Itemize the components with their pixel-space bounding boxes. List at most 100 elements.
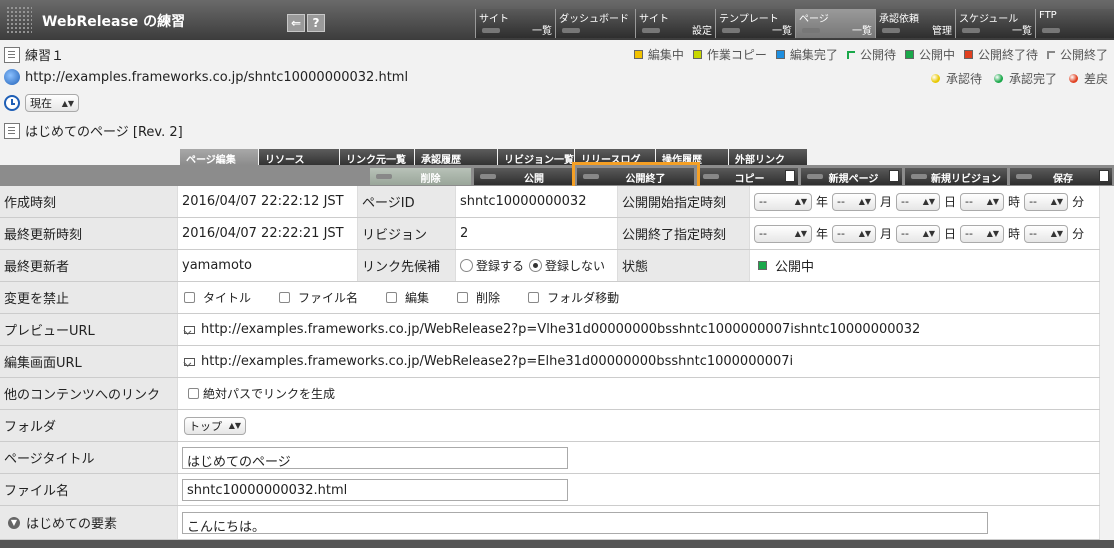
datetime-select-value: -- <box>1029 227 1038 240</box>
datetime-select[interactable]: -- ▲▼ <box>832 192 877 211</box>
delete-button[interactable]: 削除 <box>370 168 471 185</box>
nav-item-title: サイト <box>639 14 669 25</box>
tab-bar: ページ編集 リソース リンク元一覧 承認履歴 リビジョン一覧 リリースログ 操作履歴 外部リン… <box>180 149 808 166</box>
pageid-label: ページID <box>358 186 456 217</box>
page-url[interactable]: http://examples.frameworks.co.jp/shntc10… <box>25 70 408 85</box>
datetime-select[interactable]: -- ▲▼ <box>754 192 812 211</box>
chevron-down-icon: ▲▼ <box>228 421 241 430</box>
clock-icon <box>4 95 20 111</box>
filename-cell: shntc10000000032.html <box>178 474 1100 505</box>
legend-approval-1: 承認完了 <box>993 70 1057 87</box>
element-input[interactable]: こんにちは。 <box>182 511 988 535</box>
datetime-select[interactable]: -- ▲▼ <box>1024 224 1069 243</box>
radio-register-label: 登録する <box>476 259 525 273</box>
legend-status-6: 公開終了 <box>1046 46 1108 63</box>
top-bar: WebRelease の練習 ⇐ ? サイト 一覧 ダッシュボード サイト 設定 テンプレ… <box>0 0 1114 40</box>
legend-label: 公開終了 <box>1059 48 1108 62</box>
published-status-icon <box>758 261 767 270</box>
datetime-select[interactable]: -- ▲▼ <box>960 224 1005 243</box>
folder-cell: トップ ▲▼ <box>178 410 1100 441</box>
datetime-select-value: -- <box>759 227 767 240</box>
created-row: 作成時刻 2016/04/07 22:22:12 JST ページID shntc… <box>0 186 1100 218</box>
led-icon <box>722 28 740 33</box>
tab-7[interactable]: 外部リンク <box>729 149 807 166</box>
page-edit-icon <box>4 122 20 139</box>
tab-3[interactable]: 承認履歴 <box>415 149 497 166</box>
filename-input[interactable]: shntc10000000032.html <box>182 478 568 501</box>
led-icon <box>562 28 580 33</box>
legend-status-0: 編集中 <box>633 46 684 63</box>
legend-label: 作業コピー <box>706 48 767 62</box>
absolute-path-checkbox[interactable] <box>188 388 199 399</box>
help-button[interactable]: ? <box>307 14 325 32</box>
tab-2[interactable]: リンク元一覧 <box>340 149 414 166</box>
datetime-select[interactable]: -- ▲▼ <box>754 224 812 243</box>
lock-checkbox-0[interactable] <box>184 292 195 303</box>
datetime-unit: 年 <box>816 227 829 241</box>
save-label: 保存 <box>1053 174 1073 185</box>
radio-register[interactable] <box>460 259 473 272</box>
chevron-down-icon: ▲▼ <box>858 229 872 238</box>
lock-checkbox-1[interactable] <box>279 292 291 303</box>
revision-label: リビジョン <box>358 218 456 249</box>
nav-item-title: スケジュール <box>959 14 1019 25</box>
lock-options: タイトル ファイル名 編集 削除 フォルダ移動 <box>178 282 1100 313</box>
save-button[interactable]: 保存 <box>1010 168 1112 185</box>
legend-status-1: 作業コピー <box>692 46 767 63</box>
led-icon <box>482 28 500 33</box>
datetime-select[interactable]: -- ▲▼ <box>1024 192 1069 211</box>
status-square-icon <box>963 50 973 59</box>
updater-label: 最終更新者 <box>0 250 178 281</box>
nav-item-1[interactable]: ダッシュボード <box>555 9 635 38</box>
new-page-button[interactable]: 新規ページ <box>801 168 902 185</box>
time-select[interactable]: 現在 ▲▼ <box>25 94 79 112</box>
tab-0[interactable]: ページ編集 <box>180 149 258 166</box>
lock-checkbox-2[interactable] <box>386 292 398 303</box>
copy-button[interactable]: コピー <box>697 168 798 185</box>
status-square-icon <box>775 50 785 59</box>
publish-button[interactable]: 公開 <box>474 168 574 185</box>
nav-item-title: サイト <box>479 14 509 25</box>
nav-item-sub: 一覧 <box>852 26 872 37</box>
pageid-value: shntc10000000032 <box>456 186 618 217</box>
tab-1[interactable]: リソース <box>259 149 339 166</box>
radio-no-register[interactable] <box>529 259 543 272</box>
lock-option-label: 削除 <box>476 291 501 305</box>
legend-label: 編集完了 <box>789 48 838 62</box>
nav-item-7[interactable]: FTP <box>1035 9 1114 38</box>
created-label: 作成時刻 <box>0 186 178 217</box>
preview-url[interactable]: http://examples.frameworks.co.jp/WebRele… <box>201 322 920 337</box>
back-icon[interactable]: ⇐ <box>287 14 305 32</box>
approval-dot-icon <box>930 74 940 83</box>
nav-item-4[interactable]: ページ 一覧 <box>795 9 875 38</box>
state-label: 状態 <box>618 250 750 281</box>
datetime-select-value: -- <box>1029 195 1038 208</box>
nav-item-5[interactable]: 承認依頼 管理 <box>875 9 955 38</box>
preview-row: プレビューURL http://examples.frameworks.co.j… <box>0 314 1100 346</box>
nav-item-3[interactable]: テンプレート 一覧 <box>715 9 795 38</box>
edit-url[interactable]: http://examples.frameworks.co.jp/WebRele… <box>201 354 793 369</box>
nav-item-6[interactable]: スケジュール 一覧 <box>955 9 1035 38</box>
nav-item-0[interactable]: サイト 一覧 <box>475 9 555 38</box>
lock-checkbox-4[interactable] <box>528 292 540 303</box>
lock-checkbox-3[interactable] <box>457 292 469 303</box>
tab-4[interactable]: リビジョン一覧 <box>498 149 574 166</box>
datetime-select[interactable]: -- ▲▼ <box>896 192 941 211</box>
nav-item-title: 承認依頼 <box>879 14 919 25</box>
datetime-select-value: -- <box>901 195 909 208</box>
collapse-icon[interactable]: ▼ <box>8 516 20 529</box>
datetime-select[interactable]: -- ▲▼ <box>832 224 877 243</box>
new-revision-button[interactable]: 新規リビジョン <box>905 168 1007 185</box>
chevron-down-icon: ▲▼ <box>858 197 872 206</box>
folder-select[interactable]: トップ ▲▼ <box>184 416 246 435</box>
datetime-select[interactable]: -- ▲▼ <box>960 192 1005 211</box>
nav-item-2[interactable]: サイト 設定 <box>635 9 715 38</box>
status-square-icon <box>846 50 855 59</box>
link-candidate-options: 登録する 登録しない <box>456 250 618 281</box>
title-input[interactable]: はじめてのページ <box>182 446 568 470</box>
legend-label: 承認完了 <box>1008 72 1057 86</box>
datetime-select[interactable]: -- ▲▼ <box>896 224 941 243</box>
led-icon <box>642 28 660 33</box>
status-legend: 編集中 作業コピー 編集完了 公開待 公開中 公開終了待 公開終了 <box>625 46 1108 63</box>
datetime-select-value: -- <box>837 227 845 240</box>
